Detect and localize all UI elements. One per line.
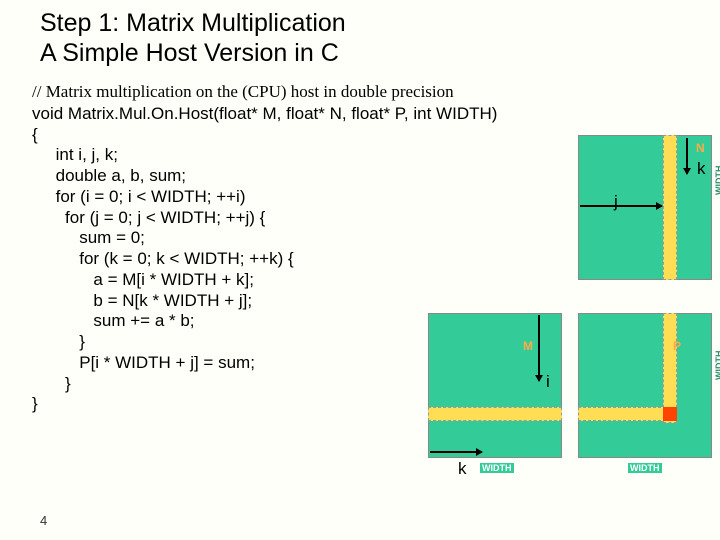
- matrix-p: [578, 313, 712, 458]
- row-stripe-p: [578, 407, 676, 421]
- axis-label-j: j: [614, 192, 618, 212]
- result-cell: [663, 407, 677, 421]
- arrow-i: [538, 315, 540, 381]
- axis-label-k-top: k: [697, 159, 706, 179]
- width-label-p-right: WIDTH: [714, 351, 720, 381]
- matrix-label-n: N: [696, 141, 705, 155]
- page-number: 4: [40, 513, 47, 528]
- matrix-n: [578, 135, 712, 280]
- matrix-label-p: P: [673, 339, 681, 353]
- arrow-k-bottom: [430, 451, 482, 453]
- row-stripe-m: [428, 407, 562, 421]
- width-label-p-bottom: WIDTH: [628, 463, 662, 473]
- width-label-n: WIDTH: [714, 166, 720, 196]
- arrow-k-top: [686, 138, 688, 174]
- code-comment: // Matrix multiplication on the (CPU) ho…: [0, 68, 720, 102]
- title-line-1: Step 1: Matrix Multiplication: [40, 8, 720, 38]
- slide-title: Step 1: Matrix Multiplication A Simple H…: [0, 0, 720, 68]
- arrow-j: [580, 205, 662, 207]
- matrix-label-m: M: [523, 339, 533, 353]
- title-line-2: A Simple Host Version in C: [40, 38, 720, 68]
- width-label-m: WIDTH: [480, 463, 514, 473]
- axis-label-k-bottom: k: [458, 459, 467, 479]
- matrix-m: [428, 313, 562, 458]
- matrix-diagram: N M P k j i k WIDTH WIDTH WIDTH WIDTH: [428, 135, 720, 535]
- axis-label-i: i: [546, 372, 550, 392]
- column-stripe-n: [663, 135, 677, 280]
